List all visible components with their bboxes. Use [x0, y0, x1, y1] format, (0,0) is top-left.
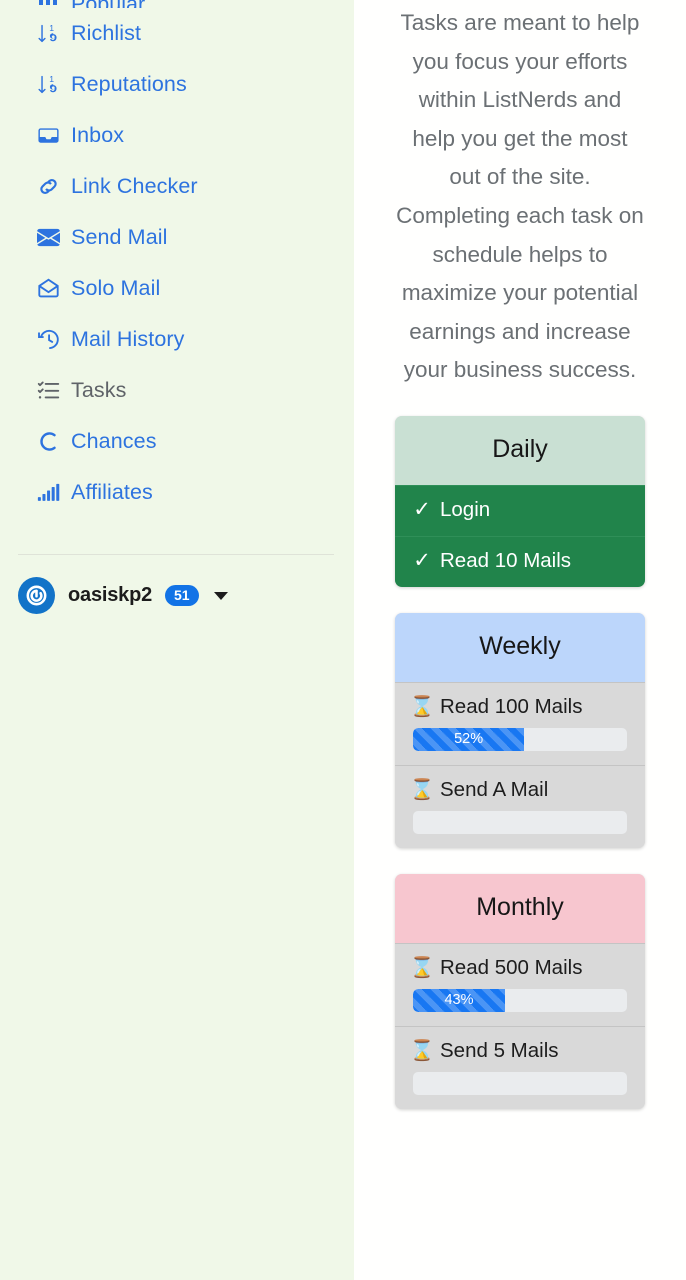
sidebar-item-affiliates[interactable]: Affiliates — [0, 467, 354, 518]
sidebar-item-affiliates-label: Affiliates — [71, 480, 153, 504]
task-card-weekly: Weekly ⌛ Read 100 Mails 52% ⌛ Send A Mai… — [395, 612, 645, 848]
sort-numeric-down-icon: 1 — [36, 22, 60, 46]
sidebar-item-richlist-label: Richlist — [71, 21, 142, 45]
sidebar-item-chances-label: Chances — [71, 429, 157, 453]
task-label: Read 100 Mails — [440, 694, 583, 718]
task-card-daily-title: Daily — [395, 415, 645, 485]
task-label: Login — [440, 497, 491, 521]
hourglass-icon: ⌛ — [409, 1039, 435, 1062]
svg-text:1: 1 — [49, 74, 54, 84]
sidebar-item-reputations-label: Reputations — [71, 72, 187, 96]
clock-history-icon — [36, 328, 60, 352]
sidebar-item-clipped-top[interactable]: Popular — [0, 0, 354, 8]
sidebar-item-inbox[interactable]: Inbox — [0, 110, 354, 161]
task-card-daily: Daily ✓ Login ✓ Read 10 Mails — [395, 415, 645, 587]
task-label: Send 5 Mails — [440, 1038, 559, 1062]
sidebar-item-send-mail-label: Send Mail — [71, 225, 168, 249]
check-icon: ✓ — [413, 498, 431, 522]
task-card-monthly: Monthly ⌛ Read 500 Mails 43% ⌛ Send 5 Ma… — [395, 873, 645, 1109]
progress-bar: 52% — [413, 727, 627, 751]
sidebar-item-inbox-label: Inbox — [71, 123, 125, 147]
sidebar-item-solo-mail[interactable]: Solo Mail — [0, 263, 354, 314]
task-label: Read 10 Mails — [440, 548, 572, 572]
task-label: Send A Mail — [440, 777, 549, 801]
task-row[interactable]: ⌛ Send 5 Mails — [395, 1025, 645, 1109]
chevron-down-icon[interactable] — [213, 591, 228, 600]
c-circle-icon — [36, 430, 60, 454]
task-row[interactable]: ⌛ Send A Mail — [395, 764, 645, 848]
progress-fill: 52% — [413, 727, 525, 751]
main-content: Tasks are meant to help you focus your e… — [354, 0, 686, 1280]
sidebar-item-link-checker[interactable]: Link Checker — [0, 161, 354, 212]
progress-fill: 43% — [413, 988, 506, 1012]
envelope-open-icon — [36, 277, 60, 301]
envelope-filled-icon — [36, 226, 60, 250]
sidebar-item-reputations[interactable]: 1 Reputations — [0, 59, 354, 110]
task-row[interactable]: ✓ Read 10 Mails — [395, 535, 645, 587]
sort-numeric-down-icon: 1 — [36, 73, 60, 97]
task-row[interactable]: ⌛ Read 500 Mails 43% — [395, 942, 645, 1026]
sidebar-item-chances[interactable]: Chances — [0, 416, 354, 467]
tasks-intro-text: Tasks are meant to help you focus your e… — [396, 10, 644, 383]
task-card-monthly-title: Monthly — [395, 873, 645, 943]
sidebar-item-clipped-top-label: Popular — [71, 0, 145, 8]
hourglass-icon: ⌛ — [409, 695, 435, 718]
tasks-page: Popular 1 Richlist 1 — [0, 0, 686, 1280]
user-menu[interactable]: oasiskp2 51 — [0, 555, 354, 614]
sidebar-item-mail-history-label: Mail History — [71, 327, 185, 351]
progress-bar: 43% — [413, 988, 627, 1012]
hourglass-icon: ⌛ — [409, 778, 435, 801]
username-label: oasiskp2 — [68, 584, 153, 606]
task-label: Read 500 Mails — [440, 955, 583, 979]
sidebar-nav-list: 1 Richlist 1 Reputations Inbox Link Chec… — [0, 8, 354, 518]
sidebar-item-tasks-label: Tasks — [71, 378, 127, 402]
link-icon — [36, 175, 60, 199]
sidebar-item-richlist[interactable]: 1 Richlist — [0, 8, 354, 59]
chart-icon — [36, 0, 60, 8]
sidebar-item-send-mail[interactable]: Send Mail — [0, 212, 354, 263]
sidebar-item-solo-mail-label: Solo Mail — [71, 276, 161, 300]
task-row[interactable]: ⌛ Read 100 Mails 52% — [395, 681, 645, 765]
sidebar-item-mail-history[interactable]: Mail History — [0, 314, 354, 365]
check-icon: ✓ — [413, 549, 431, 573]
hourglass-icon: ⌛ — [409, 956, 435, 979]
bar-chart-icon — [36, 481, 60, 505]
progress-bar — [413, 810, 627, 834]
user-level-badge: 51 — [165, 584, 199, 607]
sidebar: Popular 1 Richlist 1 — [0, 0, 354, 1280]
sidebar-item-link-checker-label: Link Checker — [71, 174, 198, 198]
sidebar-item-tasks[interactable]: Tasks — [0, 365, 354, 416]
task-row[interactable]: ✓ Login — [395, 484, 645, 536]
task-list-icon — [36, 379, 60, 403]
inbox-icon — [36, 124, 60, 148]
svg-text:1: 1 — [49, 23, 54, 33]
power-circle-avatar-icon — [18, 577, 55, 614]
progress-bar — [413, 1071, 627, 1095]
task-card-weekly-title: Weekly — [395, 612, 645, 682]
